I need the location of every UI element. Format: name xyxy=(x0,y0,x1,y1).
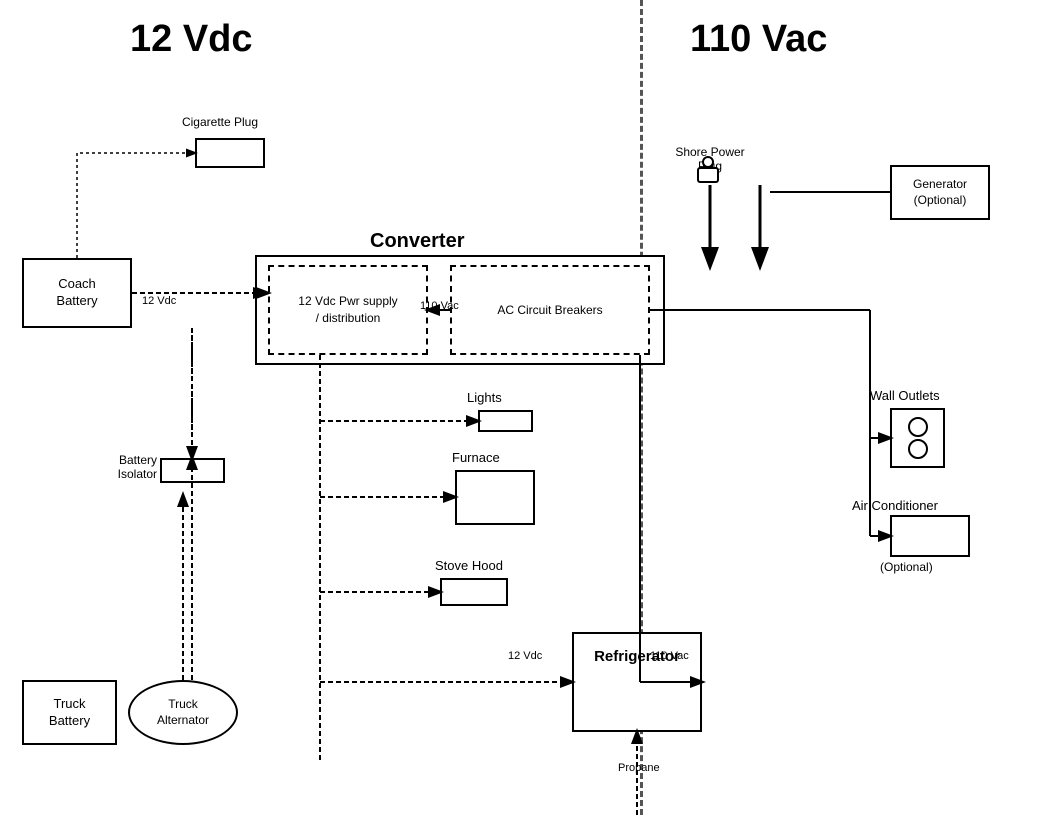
truck-battery-box: Truck Battery xyxy=(22,680,117,745)
air-conditioner-box xyxy=(890,515,970,557)
label-propane: Propane xyxy=(618,762,660,774)
generator-box: Generator (Optional) xyxy=(890,165,990,220)
title-12vdc: 12 Vdc xyxy=(130,18,253,61)
furnace-box xyxy=(455,470,535,525)
battery-isolator-label: BatteryIsolator xyxy=(75,453,157,481)
cigarette-label: Cigarette Plug xyxy=(175,115,265,129)
label-110vac-supply: 110 Vac xyxy=(420,300,459,312)
air-conditioner-label: Air Conditioner xyxy=(852,498,938,513)
label-12vdc-coach: 12 Vdc xyxy=(142,295,176,307)
furnace-label: Furnace xyxy=(452,450,500,465)
stove-hood-box xyxy=(440,578,508,606)
wall-outlets-box xyxy=(890,408,945,468)
shore-power-label: Shore Power Plug xyxy=(670,145,750,173)
air-cond-optional: (Optional) xyxy=(880,560,933,574)
supply-box: 12 Vdc Pwr supply / distribution xyxy=(268,265,428,355)
lights-label: Lights xyxy=(467,390,502,405)
converter-label: Converter xyxy=(370,230,464,253)
label-12vdc-fridge: 12 Vdc xyxy=(508,650,542,662)
label-110vac-fridge: 110 Vac xyxy=(650,650,689,662)
breakers-box: AC Circuit Breakers xyxy=(450,265,650,355)
cigarette-plug-box xyxy=(195,138,265,168)
truck-alternator-box: Truck Alternator xyxy=(128,680,238,745)
battery-isolator-box xyxy=(160,458,225,483)
coach-battery-box: Coach Battery xyxy=(22,258,132,328)
refrigerator-box xyxy=(572,632,702,732)
title-110vac: 110 Vac xyxy=(690,18,827,61)
diagram: 12 Vdc 110 Vac Converter 12 Vdc Pwr supp… xyxy=(0,0,1049,815)
stove-hood-label: Stove Hood xyxy=(435,558,503,573)
lights-box xyxy=(478,410,533,432)
wall-outlets-label: Wall Outlets xyxy=(870,388,940,403)
